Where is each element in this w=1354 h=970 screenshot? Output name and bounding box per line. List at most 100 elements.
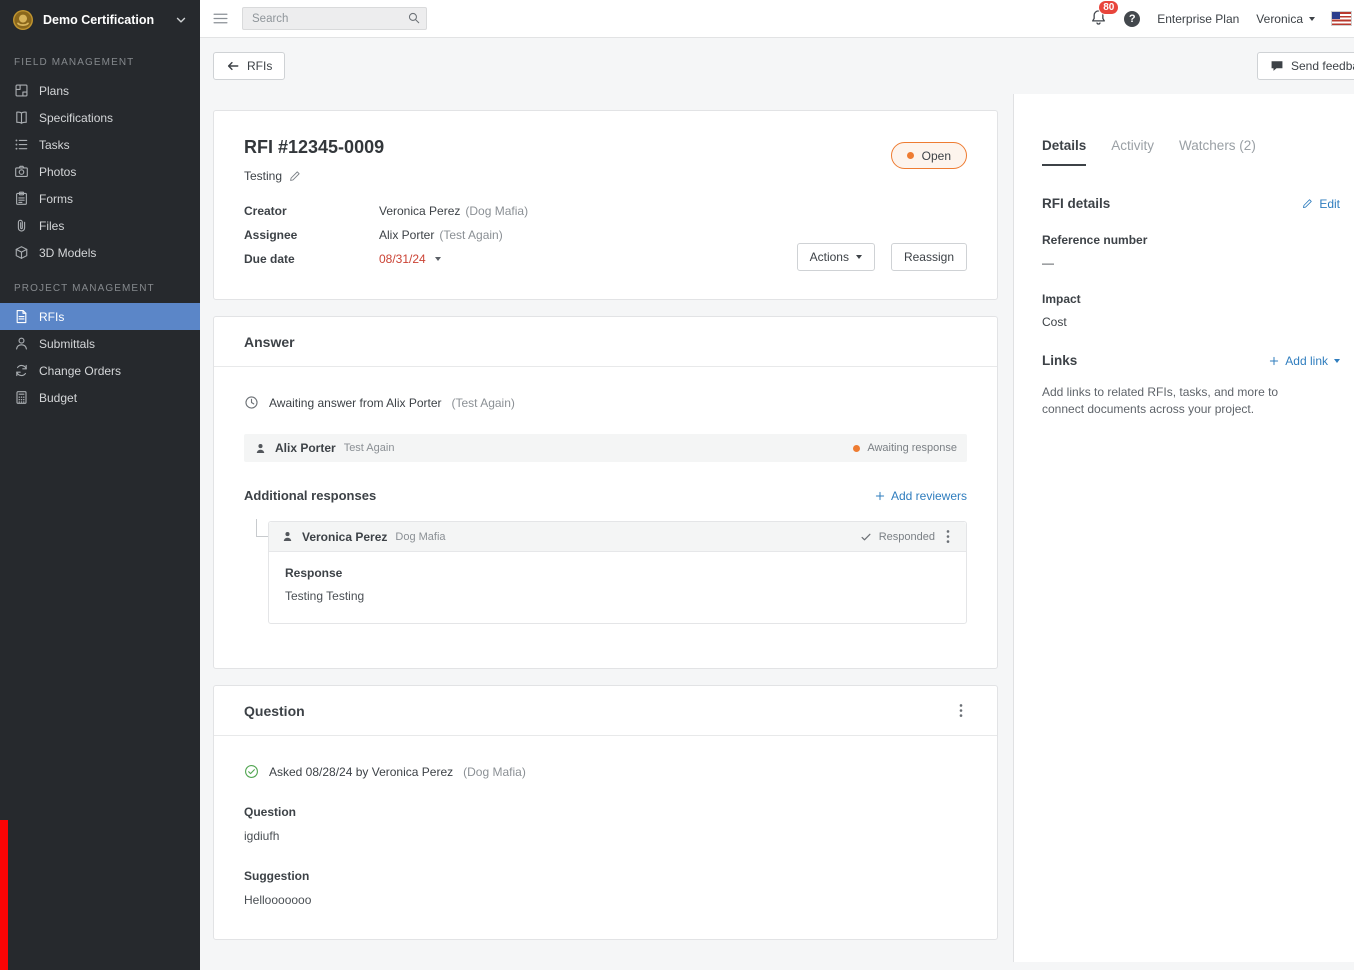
add-link-label: Add link: [1285, 354, 1328, 368]
answer-card: Answer Awaiting answer from Alix Porter …: [213, 316, 998, 669]
cube-icon: [14, 245, 29, 260]
edit-details-button[interactable]: Edit: [1302, 197, 1340, 211]
due-date-label: Due date: [244, 252, 379, 266]
rfi-subtitle-row: Testing: [244, 169, 384, 183]
search-input[interactable]: [242, 7, 427, 30]
back-arrow-icon: [226, 59, 240, 73]
assignee-row: Assignee Alix Porter (Test Again): [244, 223, 797, 247]
responder-name: Veronica Perez: [302, 530, 387, 544]
add-reviewers-label: Add reviewers: [891, 489, 967, 503]
creator-row: Creator Veronica Perez (Dog Mafia): [244, 199, 797, 223]
calculator-icon: [14, 390, 29, 405]
back-to-rfis-button[interactable]: RFIs: [213, 52, 285, 80]
check-icon: [860, 531, 872, 543]
sidebar-item-photos[interactable]: Photos: [0, 158, 200, 185]
asked-line: Asked 08/28/24 by Veronica Perez (Dog Ma…: [244, 764, 967, 779]
sidebar-item-forms[interactable]: Forms: [0, 185, 200, 212]
rfi-document-icon: [14, 309, 29, 324]
person-icon: [281, 530, 294, 543]
edit-subject-pencil-icon[interactable]: [289, 170, 301, 182]
reviewer-org: Test Again: [344, 442, 395, 454]
sidebar-item-label: 3D Models: [39, 246, 96, 260]
sidebar-item-plans[interactable]: Plans: [0, 77, 200, 104]
main-content: RFI #12345-0009 Testing Open Cr: [213, 94, 998, 970]
help-button[interactable]: ?: [1124, 11, 1140, 27]
app-root: Demo Certification FIELD MANAGEMENT Plan…: [0, 0, 1354, 970]
question-kebab-menu-icon[interactable]: [955, 701, 967, 720]
toolbar: RFIs Send feedback: [200, 38, 1354, 94]
user-name: Veronica: [1256, 12, 1303, 26]
sidebar-item-change-orders[interactable]: Change Orders: [0, 357, 200, 384]
sidebar-item-files[interactable]: Files: [0, 212, 200, 239]
rfi-subject: Testing: [244, 169, 282, 183]
response-label: Response: [285, 566, 950, 580]
rfi-fields: Creator Veronica Perez (Dog Mafia) Assig…: [244, 199, 797, 271]
rfi-action-buttons: Actions Reassign: [797, 243, 967, 271]
actions-button-label: Actions: [810, 250, 849, 264]
reviewer-name: Alix Porter: [275, 441, 336, 455]
pencil-icon: [1302, 198, 1313, 209]
thread-connector: [256, 519, 268, 537]
response-kebab-menu-icon[interactable]: [942, 527, 954, 546]
question-text: igdiufh: [244, 829, 967, 843]
tab-watchers[interactable]: Watchers (2): [1179, 138, 1256, 166]
plus-icon: [875, 491, 885, 501]
section-label-field-management: FIELD MANAGEMENT: [14, 57, 186, 68]
person-icon: [14, 336, 29, 351]
additional-response-item: Veronica Perez Dog Mafia Responded: [268, 521, 967, 624]
responder-status-label: Responded: [879, 531, 935, 543]
asked-org: (Dog Mafia): [463, 765, 526, 779]
assignee-name: Alix Porter: [379, 228, 434, 242]
clock-icon: [244, 395, 259, 410]
sidebar-item-label: Photos: [39, 165, 76, 179]
notifications-button[interactable]: 80: [1090, 9, 1107, 29]
answer-card-body: Awaiting answer from Alix Porter (Test A…: [214, 367, 997, 668]
plan-label[interactable]: Enterprise Plan: [1157, 12, 1239, 26]
awaiting-org: (Test Again): [452, 396, 515, 410]
creator-name: Veronica Perez: [379, 204, 460, 218]
send-feedback-button[interactable]: Send feedback: [1257, 52, 1354, 80]
language-flag-icon[interactable]: [1332, 12, 1351, 25]
suggestion-label: Suggestion: [244, 869, 967, 883]
add-reviewers-button[interactable]: Add reviewers: [875, 489, 967, 503]
sidebar-item-tasks[interactable]: Tasks: [0, 131, 200, 158]
sidebar-item-specifications[interactable]: Specifications: [0, 104, 200, 131]
specifications-icon: [14, 110, 29, 125]
due-date-picker[interactable]: 08/31/24: [379, 252, 441, 266]
tab-activity[interactable]: Activity: [1111, 138, 1154, 166]
sidebar-item-label: RFIs: [39, 310, 64, 324]
answer-heading: Answer: [244, 334, 295, 350]
red-indicator-strip: [0, 820, 8, 970]
reviewer-status-label: Awaiting response: [867, 442, 957, 454]
status-badge[interactable]: Open: [891, 142, 967, 169]
question-heading: Question: [244, 703, 305, 719]
add-link-button[interactable]: Add link: [1269, 354, 1340, 368]
creator-label: Creator: [244, 204, 379, 218]
sidebar-item-rfis[interactable]: RFIs: [0, 303, 200, 330]
plus-icon: [1269, 356, 1279, 366]
user-menu[interactable]: Veronica: [1256, 12, 1315, 26]
notification-badge: 80: [1098, 0, 1119, 15]
panel-tabs: Details Activity Watchers (2): [1042, 138, 1340, 166]
tab-details[interactable]: Details: [1042, 138, 1086, 166]
search-icon[interactable]: [407, 11, 421, 25]
topbar: 80 ? Enterprise Plan Veronica: [200, 0, 1354, 38]
rfi-fields-row: Creator Veronica Perez (Dog Mafia) Assig…: [244, 199, 967, 271]
actions-button[interactable]: Actions: [797, 243, 875, 271]
rfi-title-row: RFI #12345-0009 Testing Open: [244, 137, 967, 183]
sidebar-item-3d-models[interactable]: 3D Models: [0, 239, 200, 266]
project-switcher[interactable]: Demo Certification: [0, 0, 200, 40]
sidebar-item-label: Budget: [39, 391, 77, 405]
refresh-arrows-icon: [14, 363, 29, 378]
additional-responses-heading: Additional responses: [244, 488, 376, 503]
sidebar-item-submittals[interactable]: Submittals: [0, 330, 200, 357]
project-logo-icon: [12, 9, 34, 31]
edit-details-label: Edit: [1319, 197, 1340, 211]
back-button-label: RFIs: [247, 59, 272, 73]
awaiting-dot-icon: [853, 445, 860, 452]
sidebar-item-budget[interactable]: Budget: [0, 384, 200, 411]
hamburger-menu-icon[interactable]: [212, 10, 229, 27]
impact-value: Cost: [1042, 315, 1340, 329]
creator-org: (Dog Mafia): [465, 204, 528, 218]
reassign-button[interactable]: Reassign: [891, 243, 967, 271]
